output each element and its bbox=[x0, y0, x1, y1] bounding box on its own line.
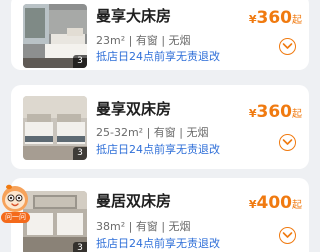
photo-count-badge: 3 bbox=[73, 242, 87, 252]
room-card[interactable]: 3 曼享大床房 23m² | 有窗 | 无烟 抵店日24点前享无责退改 ¥360… bbox=[11, 0, 309, 70]
cancellation-policy: 抵店日24点前享无责退改 bbox=[96, 143, 220, 156]
room-price: ¥400起 bbox=[249, 193, 302, 213]
room-name: 曼居双床房 bbox=[96, 192, 172, 210]
price-amount: 400 bbox=[256, 193, 293, 213]
price-amount: 360 bbox=[256, 102, 293, 122]
cancellation-policy: 抵店日24点前享无责退改 bbox=[96, 237, 220, 250]
price-amount: 360 bbox=[256, 8, 293, 28]
expand-button[interactable] bbox=[279, 134, 296, 151]
room-price: ¥360起 bbox=[249, 102, 302, 122]
chevron-down-icon bbox=[282, 232, 293, 238]
room-card[interactable]: 3 曼居双床房 38m² | 有窗 | 无烟 抵店日24点前享无责退改 ¥400… bbox=[11, 178, 309, 252]
room-photo[interactable]: 3 bbox=[23, 191, 87, 252]
price-suffix: 起 bbox=[292, 200, 302, 211]
cancellation-policy: 抵店日24点前享无责退改 bbox=[96, 50, 220, 63]
assistant-mascot-icon bbox=[2, 184, 28, 212]
price-currency: ¥ bbox=[248, 13, 257, 26]
assistant-tag: 问一问 bbox=[1, 212, 30, 223]
room-facilities: 23m² | 有窗 | 无烟 bbox=[96, 34, 191, 47]
room-price: ¥360起 bbox=[249, 8, 302, 28]
price-currency: ¥ bbox=[248, 107, 257, 120]
photo-count-badge: 3 bbox=[73, 55, 87, 68]
chevron-down-icon bbox=[282, 43, 293, 49]
assistant-mascot-button[interactable]: 问一问 bbox=[0, 183, 30, 229]
expand-button[interactable] bbox=[279, 38, 296, 55]
room-photo[interactable]: 3 bbox=[23, 96, 87, 160]
price-suffix: 起 bbox=[292, 15, 302, 26]
expand-button[interactable] bbox=[279, 227, 296, 244]
price-currency: ¥ bbox=[248, 198, 257, 211]
room-card[interactable]: 3 曼享双床房 25-32m² | 有窗 | 无烟 抵店日24点前享无责退改 ¥… bbox=[11, 85, 309, 169]
room-name: 曼享大床房 bbox=[96, 7, 172, 25]
price-suffix: 起 bbox=[292, 109, 302, 120]
photo-count-badge: 3 bbox=[73, 147, 87, 160]
room-facilities: 38m² | 有窗 | 无烟 bbox=[96, 220, 191, 233]
room-name: 曼享双床房 bbox=[96, 100, 172, 118]
room-photo[interactable]: 3 bbox=[23, 4, 87, 68]
room-facilities: 25-32m² | 有窗 | 无烟 bbox=[96, 126, 209, 139]
chevron-down-icon bbox=[282, 139, 293, 145]
